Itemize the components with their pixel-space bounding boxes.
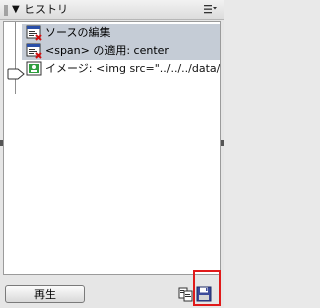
image-icon bbox=[26, 61, 42, 77]
panel-footer: 再生 bbox=[0, 277, 224, 308]
highlight-box bbox=[193, 270, 221, 306]
panel-right-edge-marker bbox=[221, 140, 224, 146]
history-item-label: ソースの編集 bbox=[45, 26, 111, 39]
apply-tag-icon bbox=[26, 43, 42, 59]
collapse-arrow-icon[interactable]: ▼ bbox=[12, 2, 20, 18]
history-item[interactable]: ソースの編集 bbox=[22, 24, 220, 42]
history-item[interactable]: <span> の適用: center bbox=[22, 42, 220, 60]
history-list[interactable]: ソースの編集 <span> の適用: center イメージ: <img src… bbox=[3, 21, 221, 275]
history-item-label: <span> の適用: center bbox=[45, 44, 169, 57]
panel-options-menu-icon[interactable] bbox=[202, 2, 218, 18]
history-panel: ▼ ヒストリ ソースの編集 <span> の適用: center イメージ: <… bbox=[0, 0, 224, 308]
history-item-label: イメージ: <img src="../../../data/ bbox=[45, 62, 220, 75]
history-slider-track[interactable] bbox=[4, 22, 25, 274]
panel-titlebar[interactable]: ▼ ヒストリ bbox=[0, 0, 224, 20]
replay-button[interactable]: 再生 bbox=[5, 285, 85, 303]
source-edit-icon bbox=[26, 25, 42, 41]
copy-steps-icon[interactable] bbox=[178, 286, 194, 302]
history-item[interactable]: イメージ: <img src="../../../data/ bbox=[22, 60, 220, 78]
history-slider-line bbox=[15, 22, 16, 94]
panel-left-edge-marker bbox=[0, 140, 3, 146]
panel-title: ヒストリ bbox=[24, 3, 68, 16]
panel-grip-icon[interactable] bbox=[4, 5, 8, 16]
